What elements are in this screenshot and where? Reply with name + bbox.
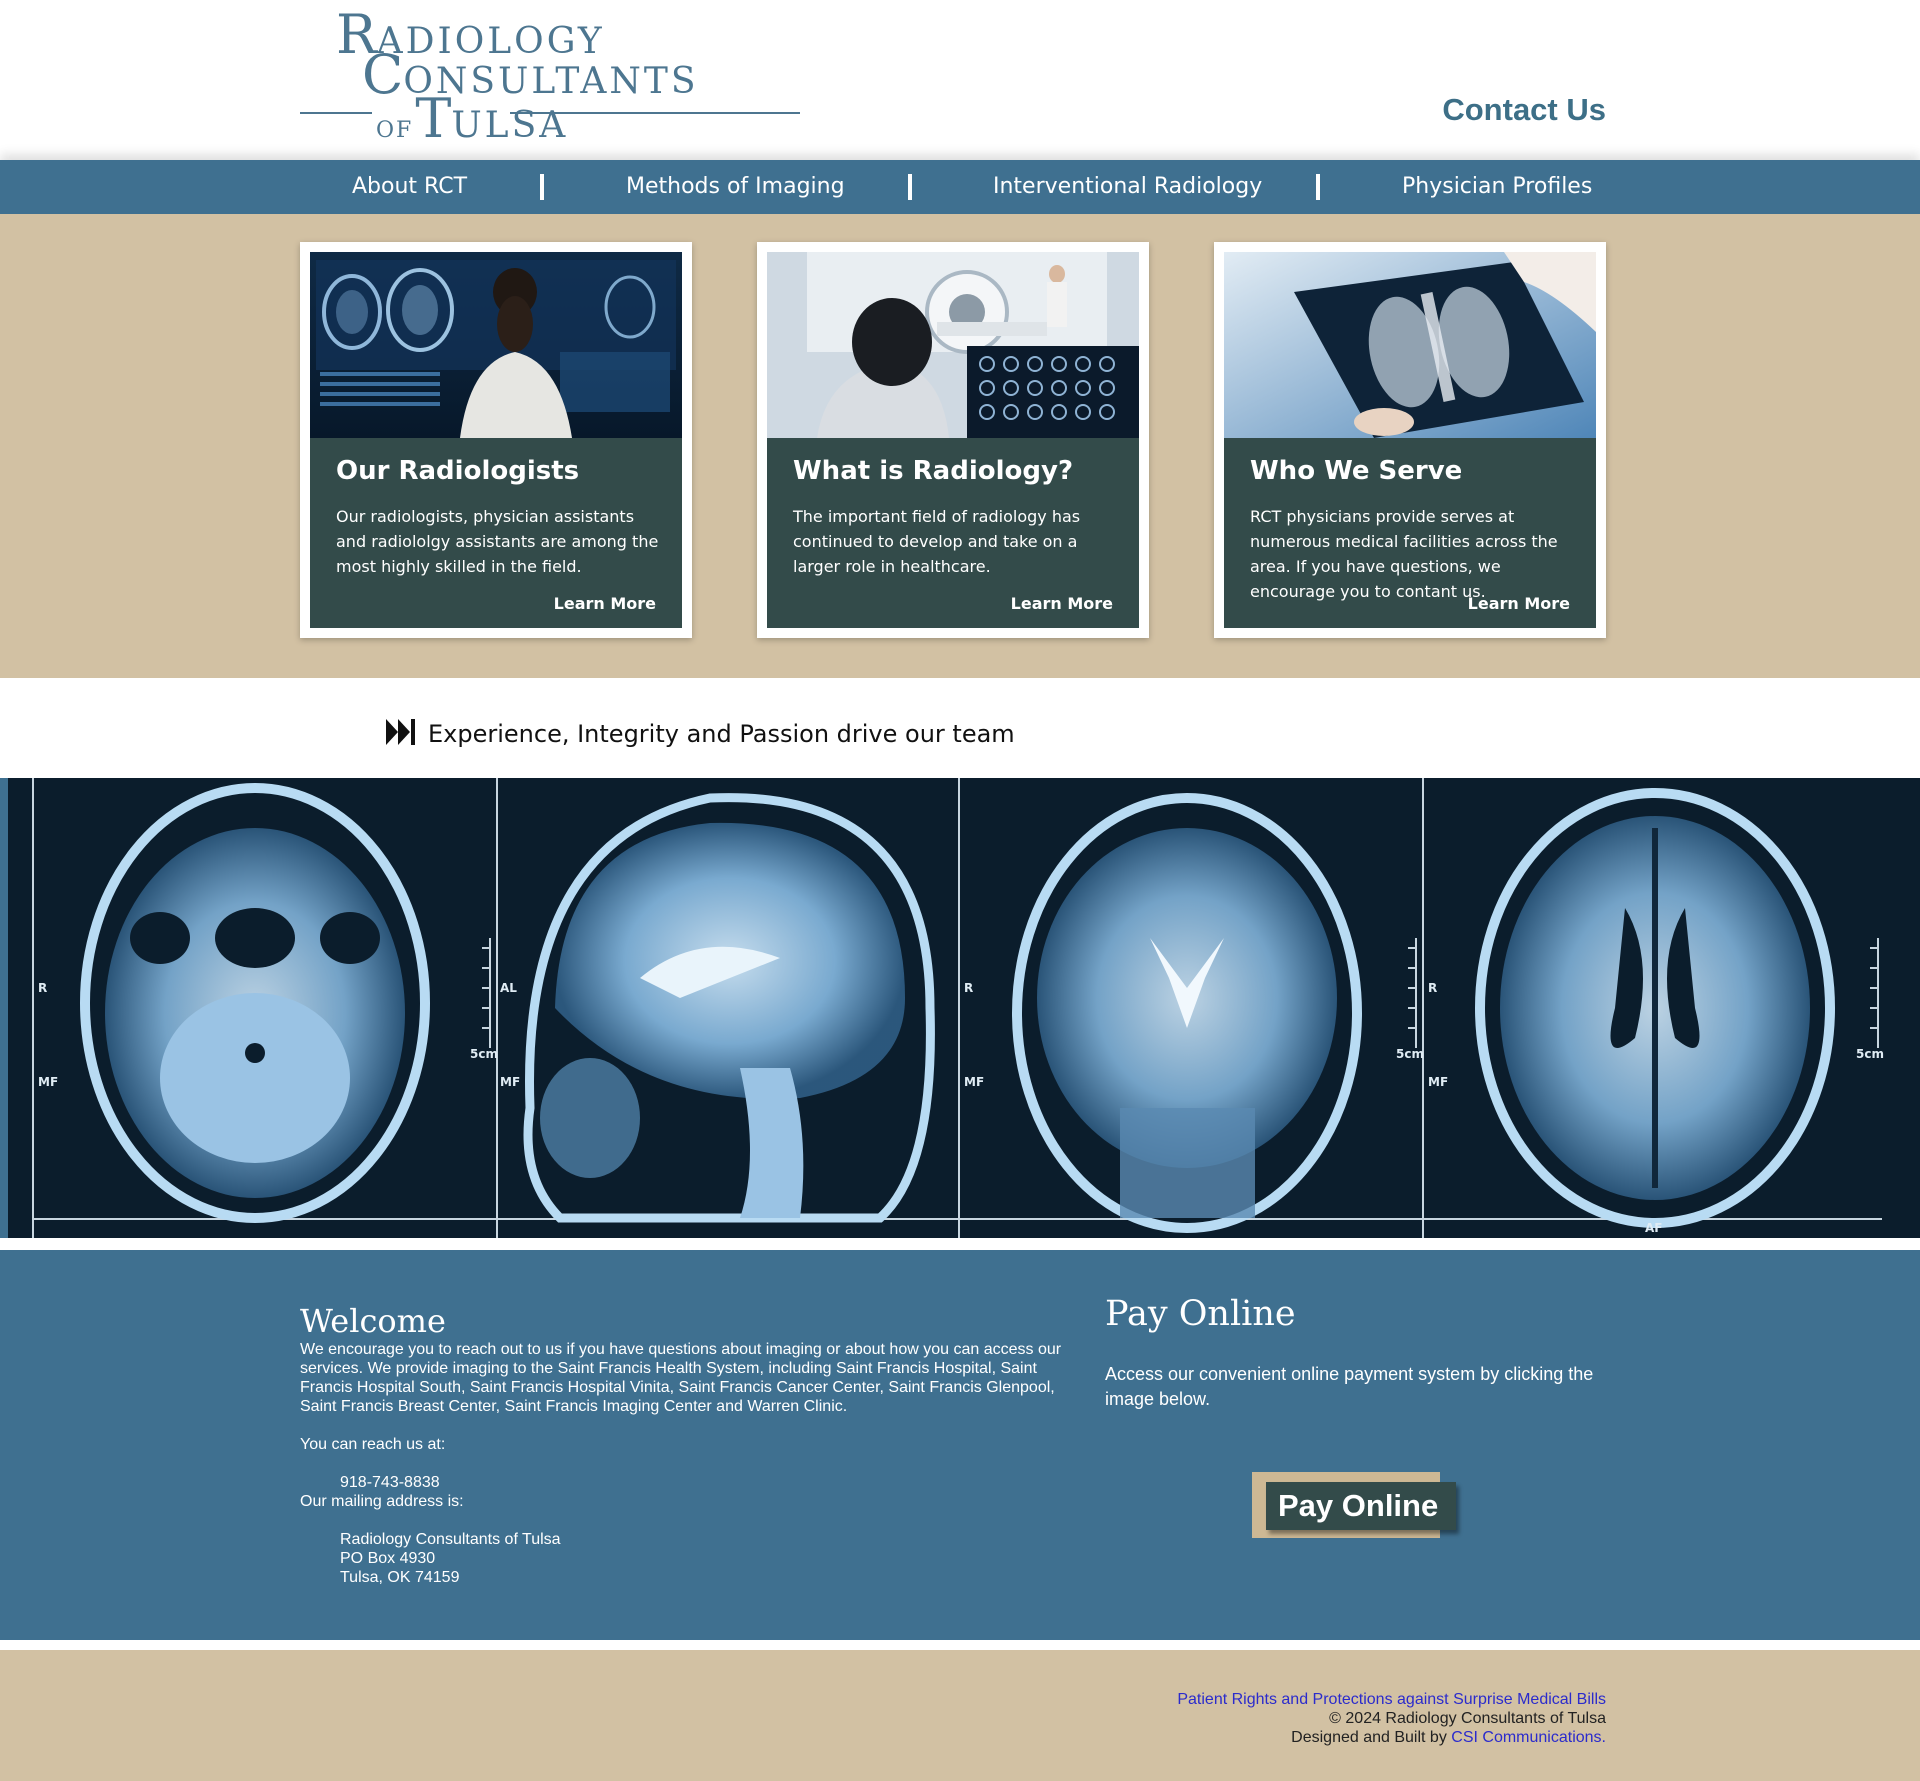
pay-online-button[interactable]: Pay Online: [1252, 1472, 1456, 1540]
mri-label-al: AL: [500, 981, 517, 995]
mailing-address-label: Our mailing address is:: [300, 1493, 464, 1510]
site-footer: Patient Rights and Protections against S…: [0, 1650, 1920, 1781]
nav-item-interventional-radiology[interactable]: Interventional Radiology: [993, 160, 1262, 214]
card-body: Who We Serve RCT physicians provide serv…: [1224, 252, 1596, 628]
contact-us-link[interactable]: Contact Us: [1442, 92, 1606, 128]
card-title: Who We Serve: [1250, 456, 1463, 486]
mri-label-mf: MF: [964, 1075, 984, 1089]
card-our-radiologists[interactable]: Our Radiologists Our radiologists, physi…: [300, 242, 692, 638]
main-nav: About RCT Methods of Imaging Interventio…: [0, 160, 1920, 214]
skip-forward-icon: [386, 719, 416, 749]
card-image-doctor-at-monitors: [767, 252, 1139, 438]
mri-label-scale: 5cm: [1396, 1047, 1424, 1061]
card-body: What is Radiology? The important field o…: [767, 252, 1139, 628]
nav-item-about-rct[interactable]: About RCT: [352, 160, 467, 214]
logo-rule-right: [510, 112, 800, 114]
learn-more-link[interactable]: Learn More: [1468, 594, 1570, 613]
nav-separator: [1316, 174, 1320, 200]
nav-separator: [908, 174, 912, 200]
card-description: The important field of radiology has con…: [793, 507, 1081, 576]
address-name: Radiology Consultants of Tulsa: [340, 1531, 561, 1548]
site-header: RADIOLOGY CONSULTANTS OFTULSA Contact Us: [0, 0, 1920, 160]
copyright: © 2024 Radiology Consultants of Tulsa: [1329, 1710, 1606, 1727]
card-body: Our Radiologists Our radiologists, physi…: [310, 252, 682, 628]
learn-more-link[interactable]: Learn More: [1011, 594, 1113, 613]
welcome-section: Welcome We encourage you to reach out to…: [0, 1250, 1920, 1640]
mri-label-scale: 5cm: [470, 1047, 498, 1061]
csi-communications-link[interactable]: CSI Communications.: [1451, 1729, 1606, 1746]
welcome-intro: We encourage you to reach out to us if y…: [300, 1341, 1062, 1415]
card-description: Our radiologists, physician assistants a…: [336, 507, 659, 576]
pay-button-label: Pay Online: [1266, 1482, 1456, 1530]
address-city: Tulsa, OK 74159: [340, 1569, 460, 1586]
learn-more-link[interactable]: Learn More: [554, 594, 656, 613]
card-image-chest-xray: [1224, 252, 1596, 438]
card-title: Our Radiologists: [336, 456, 580, 486]
mri-label-mf: MF: [500, 1075, 520, 1089]
card-description: RCT physicians provide serves at numerou…: [1250, 507, 1558, 601]
card-image-radiologist-viewing-scans: [310, 252, 682, 438]
mri-label-scale: 5cm: [1856, 1047, 1884, 1061]
footer-text: Patient Rights and Protections against S…: [1177, 1690, 1606, 1747]
site-logo[interactable]: RADIOLOGY CONSULTANTS OFTULSA: [300, 8, 800, 146]
logo-line-tulsa: OFTULSA: [376, 87, 569, 150]
welcome-title: Welcome: [300, 1302, 446, 1340]
reach-us-label: You can reach us at:: [300, 1436, 446, 1453]
mri-label-r: R: [1428, 981, 1437, 995]
nav-separator: [540, 174, 544, 200]
pay-online-title: Pay Online: [1105, 1294, 1296, 1334]
phone-number[interactable]: 918-743-8838: [300, 1473, 1090, 1492]
mri-label-af: AF: [1645, 1221, 1662, 1235]
card-who-we-serve[interactable]: Who We Serve RCT physicians provide serv…: [1214, 242, 1606, 638]
mri-label-r: R: [38, 981, 47, 995]
address-po-box: PO Box 4930: [340, 1550, 436, 1567]
mri-label-r: R: [964, 981, 973, 995]
tagline-text: Experience, Integrity and Passion drive …: [428, 720, 1015, 748]
mri-label-mf: MF: [38, 1075, 58, 1089]
feature-cards-section: Our Radiologists Our radiologists, physi…: [0, 214, 1920, 678]
designed-by: Designed and Built by CSI Communications…: [1291, 1729, 1606, 1746]
pay-online-description: Access our convenient online payment sys…: [1105, 1364, 1594, 1409]
logo-rule-left: [300, 112, 372, 114]
mri-scan-banner: R MF 5cm AL MF R MF 5cm R MF 5cm AF: [0, 778, 1920, 1238]
nav-item-physician-profiles[interactable]: Physician Profiles: [1402, 160, 1592, 214]
card-title: What is Radiology?: [793, 456, 1074, 486]
welcome-body: We encourage you to reach out to us if y…: [300, 1340, 1090, 1587]
patient-rights-link[interactable]: Patient Rights and Protections against S…: [1177, 1691, 1606, 1708]
mri-label-mf: MF: [1428, 1075, 1448, 1089]
nav-item-methods-of-imaging[interactable]: Methods of Imaging: [626, 160, 845, 214]
card-what-is-radiology[interactable]: What is Radiology? The important field o…: [757, 242, 1149, 638]
tagline: Experience, Integrity and Passion drive …: [386, 716, 1015, 752]
